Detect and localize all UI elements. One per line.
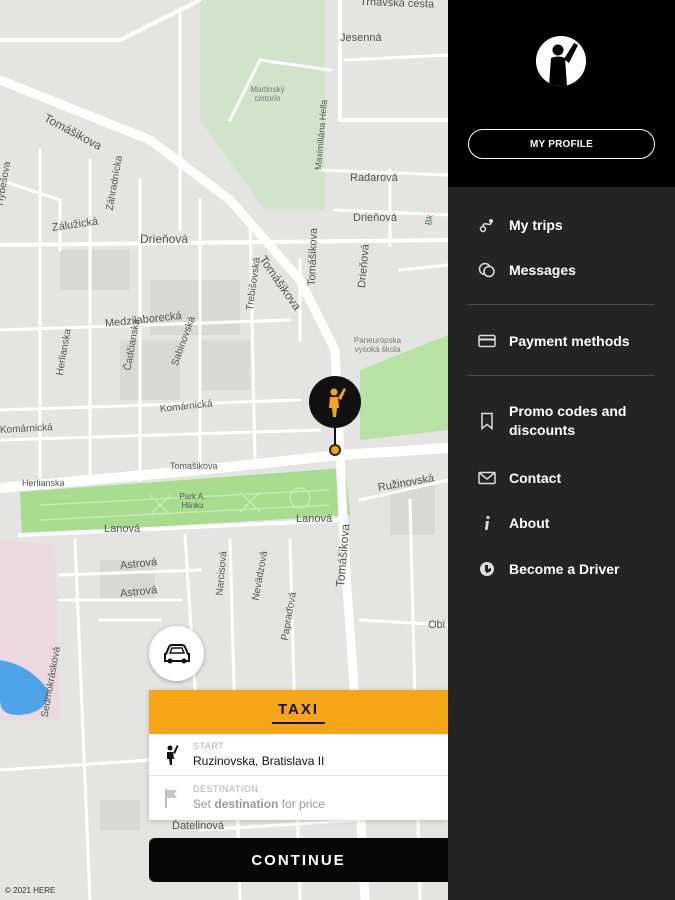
bookmark-icon (478, 412, 496, 430)
poi-school: Paneurópska vysoká škola (353, 336, 402, 354)
booking-card: TAXI START Ruzinovska, Bratislava II DES… (149, 690, 448, 820)
chat-bubbles-icon (478, 261, 496, 279)
user-avatar[interactable] (536, 36, 586, 86)
start-location-row[interactable]: START Ruzinovska, Bratislava II (149, 734, 448, 776)
street-label: Drieňová (353, 212, 398, 224)
street-label: Jesenná (340, 32, 382, 44)
menu-item-messages[interactable]: Messages (448, 259, 675, 281)
street-label: Ďatelinová (172, 820, 224, 832)
hailing-person-icon (167, 745, 179, 765)
street-label: Drieňová (140, 232, 189, 246)
driver-icon (478, 560, 496, 578)
street-label: Herlianska (22, 478, 65, 488)
avatar-person-icon (536, 36, 586, 86)
menu-item-label: Messages (509, 261, 576, 278)
menu-item-my-trips[interactable]: My trips (448, 214, 675, 236)
menu-divider (468, 375, 655, 376)
menu-item-label: Promo codes and discounts (509, 403, 627, 438)
start-label: START (193, 741, 225, 751)
envelope-icon (478, 469, 496, 487)
menu-item-label: Become a Driver (509, 560, 620, 577)
service-tabs: TAXI (149, 690, 448, 734)
street-label: Obi (428, 619, 446, 631)
street-label: Lanová (296, 513, 333, 525)
menu-item-label: About (509, 514, 550, 531)
menu-item-label: My trips (509, 216, 563, 233)
poi-cemetery: Martinský cintorín (250, 85, 285, 103)
side-drawer: MY PROFILE My trips Messages Payment met… (448, 0, 675, 900)
menu-divider (468, 304, 655, 305)
hailing-person-icon (329, 388, 346, 417)
nearby-cars-button[interactable] (149, 626, 204, 681)
street-label: Radarová (350, 172, 398, 184)
poi-park: Park A. Hlinku (179, 492, 206, 510)
destination-row[interactable]: DESTINATION Set destination for price (149, 777, 448, 819)
menu-item-payment-methods[interactable]: Payment methods (448, 330, 675, 352)
street-label: Lanová (104, 523, 141, 535)
menu-item-promo-codes[interactable]: Promo codes and discounts (448, 401, 675, 441)
destination-label: DESTINATION (193, 784, 259, 794)
my-profile-button[interactable]: MY PROFILE (468, 129, 655, 159)
destination-placeholder: Set destination for price (193, 797, 326, 811)
menu-item-label: Contact (509, 469, 562, 486)
menu-item-become-driver[interactable]: Become a Driver (448, 558, 675, 580)
continue-button[interactable]: CONTINUE (149, 838, 448, 882)
credit-card-icon (478, 332, 496, 350)
car-icon (163, 643, 190, 663)
menu-item-contact[interactable]: Contact (448, 467, 675, 489)
menu-item-about[interactable]: About (448, 512, 675, 534)
tab-taxi[interactable]: TAXI (272, 701, 325, 724)
street-label: Tomášikova (306, 227, 321, 287)
location-pin[interactable] (309, 376, 361, 428)
drawer-header: MY PROFILE (448, 0, 675, 187)
info-icon (478, 514, 496, 532)
route-icon (478, 216, 496, 234)
start-address: Ruzinovska, Bratislava II (193, 754, 325, 768)
street-label: Tomašikova (170, 461, 218, 471)
flag-icon (165, 789, 177, 808)
pin-location-dot (329, 444, 341, 456)
street-label: Bk (423, 213, 435, 226)
map-copyright: © 2021 HERE (5, 886, 56, 895)
menu-item-label: Payment methods (509, 332, 630, 349)
